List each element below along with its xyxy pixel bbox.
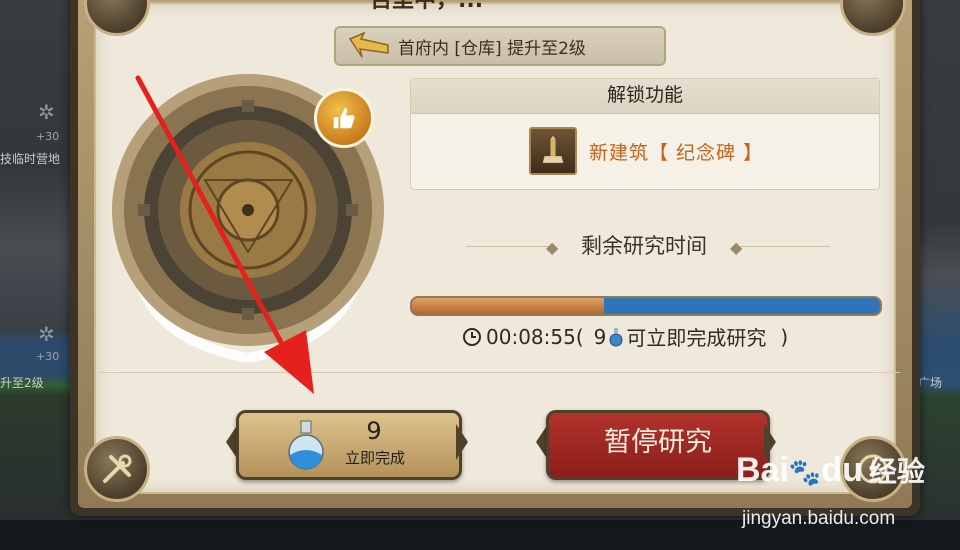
gear-icon: ✲: [38, 322, 55, 346]
unlock-item-label: 新建筑【 纪念碑 】: [589, 141, 764, 164]
instant-complete-button[interactable]: 9 立即完成: [236, 410, 462, 480]
monument-icon: [529, 127, 577, 175]
thumbs-up-icon: [314, 88, 374, 148]
paw-icon: 🐾: [788, 457, 822, 487]
potion-icon: [288, 420, 324, 470]
bg-bonus: +30: [36, 130, 60, 143]
logo-text: Bai: [736, 451, 789, 489]
watermark-url: jingyan.baidu.com: [742, 508, 896, 529]
remaining-time-title: 剩余研究时间: [581, 234, 707, 258]
instant-complete-count: 9: [366, 417, 382, 445]
arrow-left-icon: [348, 31, 389, 58]
baidu-watermark: Bai🐾du 经验 jingyan.baidu.com: [736, 450, 926, 530]
instant-complete-label: 立即完成: [344, 449, 405, 467]
remaining-time: 00:08:55: [486, 324, 576, 349]
divider: [740, 246, 830, 247]
time-row: 00:08:55 ( 9 可立即完成研究 ): [462, 322, 788, 351]
bg-label: 广场: [918, 376, 943, 390]
logo-text-cn: 经验: [868, 456, 925, 487]
button-cap: [456, 424, 468, 460]
paren-open: (: [575, 324, 584, 349]
unlock-item[interactable]: 新建筑【 纪念碑 】: [529, 127, 763, 175]
divider: [100, 372, 900, 373]
progress-fill: [412, 298, 604, 314]
bg-label: 技临时营地: [0, 152, 61, 166]
unlock-panel: 解锁功能 新建筑【 纪念碑 】: [410, 78, 880, 190]
bg-bonus: +30: [36, 350, 60, 363]
diamond-icon: ◆: [730, 238, 743, 257]
instant-complete-hint: 可立即完成研究: [626, 326, 767, 350]
baidu-logo: Bai🐾du 经验: [736, 450, 925, 490]
background-left-panel: ✲ +30 技临时营地 ✲ +30 升至2级: [0, 0, 80, 550]
gear-icon: ✲: [38, 100, 55, 124]
potion-count: 9: [593, 324, 607, 349]
logo-text-tail: du: [821, 451, 863, 489]
clock-icon: [463, 327, 481, 346]
potion-icon: [609, 327, 623, 346]
bg-label: 升至2级: [0, 376, 44, 390]
research-banner: 首府内 [仓库] 提升至2级: [334, 26, 666, 66]
research-progress-bar: [410, 296, 882, 316]
dialog-title: 百里中，...: [370, 0, 484, 13]
tools-icon[interactable]: [84, 436, 150, 502]
unlock-heading: 解锁功能: [411, 79, 879, 114]
banner-text: 首府内 [仓库] 提升至2级: [398, 38, 586, 59]
paren-close: ): [780, 324, 789, 349]
